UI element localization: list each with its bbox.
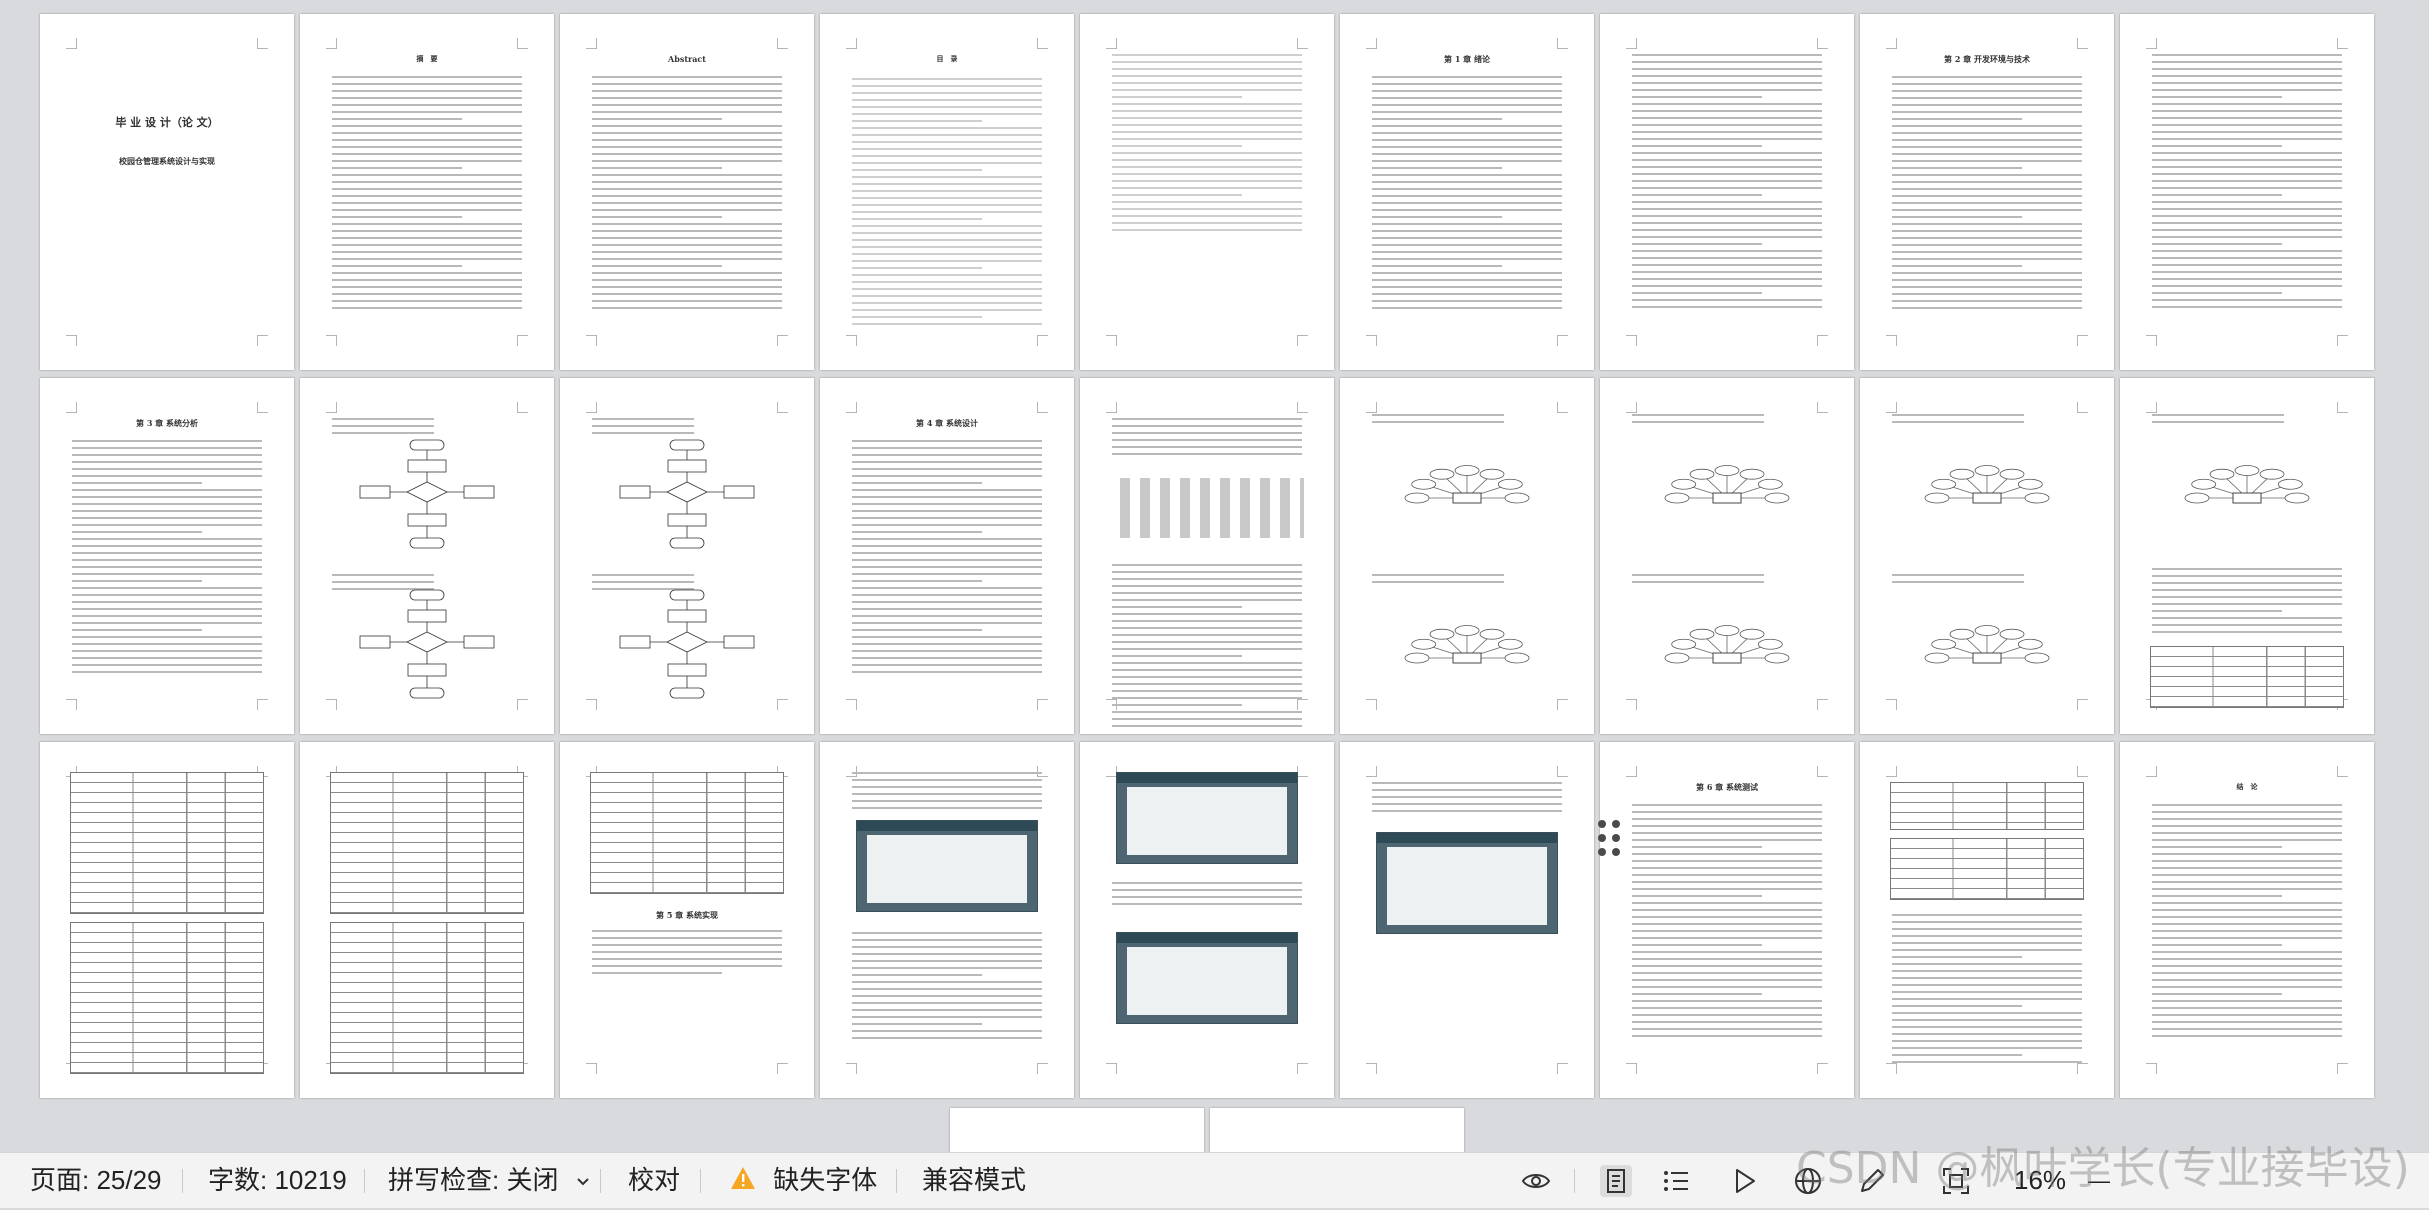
compat-mode-label: 兼容模式	[922, 1165, 1027, 1195]
page-heading: 第 4 章 系统设计	[916, 418, 978, 428]
page-thumbnail[interactable]	[40, 742, 294, 1098]
spell-check-toggle[interactable]: 拼写检查: 关闭	[388, 1153, 592, 1208]
page-heading: 第 5 章 系统实现	[656, 910, 718, 920]
page-heading: 第 3 章 系统分析	[136, 418, 198, 428]
flowchart	[359, 439, 495, 549]
structure-diagram	[1110, 478, 1304, 538]
screenshot-figure	[856, 820, 1038, 912]
page-heading: 毕 业 设 计（论 文）	[115, 116, 219, 129]
page-thumbnail[interactable]: 摘 要	[300, 14, 554, 370]
page-thumbnail[interactable]	[1860, 378, 2114, 734]
document-canvas[interactable]: 毕 业 设 计（论 文） 校园仓管理系统设计与实现摘 要 Abstract 目 录第 …	[0, 0, 2429, 1152]
page-thumbnail[interactable]	[300, 742, 554, 1098]
page-thumbnail[interactable]	[1080, 742, 1334, 1098]
page-thumbnail[interactable]: Abstract	[560, 14, 814, 370]
missing-fonts-label: 缺失字体	[773, 1165, 878, 1195]
er-diagram	[1924, 465, 2050, 504]
page-thumbnail[interactable]	[1600, 378, 1854, 734]
drag-handle-icon[interactable]	[1598, 820, 1624, 856]
page-thumbnail[interactable]: 第 5 章 系统实现	[560, 742, 814, 1098]
warning-icon	[730, 1155, 756, 1210]
word-count[interactable]: 字数: 10219	[208, 1153, 347, 1208]
page-heading: 校园仓管理系统设计与实现	[119, 156, 215, 166]
flowchart	[619, 589, 755, 699]
data-table	[70, 772, 264, 914]
page-view-icon[interactable]	[1600, 1165, 1632, 1197]
page-indicator[interactable]: 页面: 25/29	[30, 1153, 162, 1208]
page-heading: Abstract	[668, 54, 706, 64]
screenshot-figure	[1376, 832, 1558, 934]
flowchart	[619, 439, 755, 549]
page-thumbnail[interactable]	[1080, 378, 1334, 734]
er-diagram	[1924, 625, 2050, 664]
page-heading: 第 6 章 系统测试	[1696, 782, 1758, 792]
flowchart	[359, 589, 495, 699]
page-thumbnail[interactable]: 结 论	[2120, 742, 2374, 1098]
page-thumbnail[interactable]	[1340, 378, 1594, 734]
page-thumbnail[interactable]: 第 6 章 系统测试	[1600, 742, 1854, 1098]
data-table	[1890, 838, 2084, 900]
er-diagram	[1664, 625, 1790, 664]
page-thumbnail[interactable]: 第 4 章 系统设计	[820, 378, 1074, 734]
page-thumbnail[interactable]	[2120, 14, 2374, 370]
data-table	[590, 772, 784, 894]
page-thumbnail[interactable]: 第 1 章 绪论	[1340, 14, 1594, 370]
outline-icon[interactable]	[1660, 1165, 1692, 1197]
data-table	[2150, 646, 2344, 708]
page-thumbnail[interactable]	[1080, 14, 1334, 370]
eye-icon[interactable]	[1520, 1165, 1552, 1197]
page-thumbnail[interactable]: 致 谢	[1210, 1108, 1464, 1152]
page-heading: 目 录	[936, 54, 958, 63]
page-thumbnail[interactable]	[300, 378, 554, 734]
page-thumbnail[interactable]	[1860, 742, 2114, 1098]
page-thumbnail[interactable]	[1340, 742, 1594, 1098]
play-icon[interactable]	[1728, 1165, 1760, 1197]
page-thumbnail[interactable]: 参考文献	[950, 1108, 1204, 1152]
data-table	[1890, 782, 2084, 830]
screenshot-figure	[1116, 932, 1298, 1024]
data-table	[330, 922, 524, 1074]
missing-fonts-button[interactable]: 缺失字体	[730, 1153, 877, 1208]
er-diagram	[2184, 465, 2310, 504]
er-diagram	[1404, 625, 1530, 664]
page-thumbnail[interactable]	[1600, 14, 1854, 370]
chevron-down-icon	[574, 1155, 592, 1210]
watermark: CSDN @枫叶学长(专业接毕设)	[1796, 1143, 2410, 1194]
er-diagram	[1404, 465, 1530, 504]
page-thumbnail[interactable]	[560, 378, 814, 734]
page-thumbnail[interactable]: 第 3 章 系统分析	[40, 378, 294, 734]
proofread-button[interactable]: 校对	[628, 1153, 680, 1208]
page-heading: 第 2 章 开发环境与技术	[1944, 54, 2030, 64]
page-thumbnail[interactable]: 毕 业 设 计（论 文） 校园仓管理系统设计与实现	[40, 14, 294, 370]
page-heading: 摘 要	[416, 54, 438, 63]
page-thumbnail[interactable]	[820, 742, 1074, 1098]
page-heading: 结 论	[2236, 782, 2258, 791]
data-table	[70, 922, 264, 1074]
page-thumbnail[interactable]: 目 录	[820, 14, 1074, 370]
page-heading: 第 1 章 绪论	[1444, 54, 1490, 64]
er-diagram	[1664, 465, 1790, 504]
spell-check-label: 拼写检查: 关闭	[388, 1165, 559, 1195]
screenshot-figure	[1116, 772, 1298, 864]
page-thumbnail[interactable]: 第 2 章 开发环境与技术	[1860, 14, 2114, 370]
data-table	[330, 772, 524, 914]
page-thumbnail[interactable]	[2120, 378, 2374, 734]
